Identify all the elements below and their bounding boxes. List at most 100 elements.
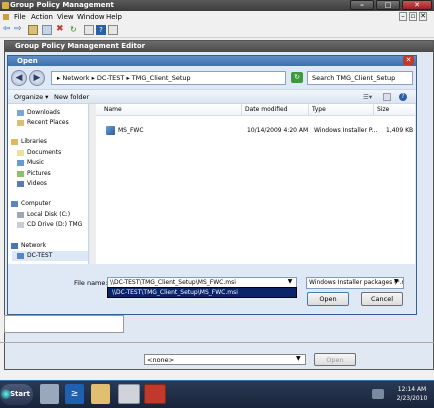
refresh-icon[interactable]: ↻ [70, 25, 80, 35]
file-list: Name Date modified Type Size MS_FWC 10/1… [96, 104, 415, 264]
autocomplete-suggestion[interactable]: \\DC-TEST\TMG_Client_Setup\MS_FWC.msi [107, 287, 297, 298]
menu-view[interactable]: View [57, 13, 74, 21]
file-date: 10/14/2009 4:20 AM [247, 127, 309, 134]
column-divider[interactable] [241, 104, 242, 116]
refresh-button[interactable]: ↻ [291, 72, 303, 83]
gpm-toolbar: ⇦ ⇨ ✖ ↻ ? [0, 23, 434, 38]
nav-network[interactable]: Network [11, 242, 46, 249]
chevron-down-icon[interactable]: ▼ [394, 278, 399, 285]
breadcrumb-network[interactable]: Network [62, 74, 89, 82]
menu-file[interactable]: File [14, 13, 26, 21]
breadcrumb[interactable]: ▸ Network ▸ DC-TEST ▸ TMG_Client_Setup [51, 71, 286, 85]
organize-button[interactable]: Organize ▾ [14, 93, 48, 101]
view-options-icon[interactable]: ☰▾ [363, 93, 372, 101]
file-type: Windows Installer P... [314, 127, 378, 134]
dialog-close-button[interactable]: ✕ [403, 56, 414, 65]
close-button[interactable]: ✕ [402, 0, 432, 10]
menu-minimize-icon[interactable]: – [399, 12, 407, 21]
editor-titlebar: Group Policy Management Editor [5, 41, 433, 52]
help-icon[interactable]: ? [96, 25, 106, 35]
clock-time: 12:14 AM [397, 386, 427, 393]
computer-icon [17, 252, 24, 259]
start-button[interactable]: Start [0, 384, 33, 405]
menu-window[interactable]: Window [77, 13, 105, 21]
chevron-down-icon[interactable]: ▼ [296, 355, 305, 364]
gpm-window: Group Policy Management – □ ✕ File Actio… [0, 0, 434, 380]
forward-icon[interactable]: ▶ [29, 70, 45, 86]
export-icon[interactable] [84, 25, 94, 35]
file-name: MS_FWC [118, 127, 144, 134]
properties-icon[interactable] [108, 25, 118, 35]
msi-file-icon [106, 126, 115, 135]
gpm-task-icon[interactable] [118, 384, 140, 404]
address-bar-row: ◀ ▶ ▸ Network ▸ DC-TEST ▸ TMG_Client_Set… [11, 69, 415, 87]
open-filter-button[interactable]: Open [314, 353, 356, 366]
dialog-titlebar: Open [8, 56, 416, 66]
gpm-title-text: Group Policy Management [10, 1, 114, 9]
server-manager-icon[interactable] [40, 384, 59, 404]
minimize-button[interactable]: – [350, 0, 374, 10]
explorer-folder-icon[interactable] [91, 384, 110, 404]
nav-recent-places[interactable]: Recent Places [17, 119, 69, 126]
forward-arrow-icon[interactable]: ⇨ [14, 25, 24, 35]
column-divider[interactable] [373, 104, 374, 116]
nav-pictures[interactable]: Pictures [17, 170, 51, 177]
clock[interactable]: 12:14 AM 2/23/2010 [392, 385, 432, 403]
column-type[interactable]: Type [312, 106, 326, 113]
downloads-icon [17, 109, 24, 116]
nav-music[interactable]: Music [17, 159, 44, 166]
gpm-menubar: File Action View Window Help – ▫ ✕ [0, 11, 434, 23]
hard-disk-icon [17, 211, 24, 218]
powershell-icon[interactable]: ≥ [65, 384, 84, 404]
gpm-app-icon [2, 2, 9, 9]
open-button[interactable]: Open [307, 292, 349, 306]
gpm-lower-panel [4, 315, 124, 333]
editor-title-text: Group Policy Management Editor [15, 42, 146, 50]
nav-cd-drive[interactable]: CD Drive (D:) TMG [17, 221, 82, 228]
menu-restore-icon[interactable]: ▫ [409, 12, 417, 21]
file-row[interactable]: MS_FWC 10/14/2009 4:20 AM Windows Instal… [96, 124, 415, 136]
gpm-titlebar: Group Policy Management – □ ✕ [0, 0, 434, 11]
cancel-button[interactable]: Cancel [361, 292, 403, 306]
back-icon[interactable]: ◀ [11, 70, 27, 86]
search-input[interactable]: Search TMG_Client_Setup [307, 71, 413, 85]
documents-icon [17, 149, 24, 156]
column-divider[interactable] [308, 104, 309, 116]
search-placeholder: Search TMG_Client_Setup [312, 74, 396, 82]
maximize-button[interactable]: □ [376, 0, 400, 10]
breadcrumb-dc-test[interactable]: DC-TEST [97, 74, 124, 82]
nav-videos[interactable]: Videos [17, 180, 47, 187]
menu-close-icon[interactable]: ✕ [419, 12, 427, 21]
toolbox-task-icon[interactable] [144, 384, 166, 404]
new-folder-button[interactable]: New folder [54, 93, 89, 101]
delete-icon[interactable]: ✖ [56, 25, 66, 35]
clock-date: 2/23/2010 [396, 395, 428, 402]
navigation-pane: Downloads Recent Places Libraries Docume… [8, 104, 89, 264]
libraries-icon [11, 138, 18, 145]
breadcrumb-tmg-client-setup[interactable]: TMG_Client_Setup [132, 74, 191, 82]
column-date-modified[interactable]: Date modified [245, 106, 288, 113]
column-name[interactable]: Name [104, 106, 122, 113]
nav-dc-test[interactable]: DC-TEST [12, 251, 88, 261]
preview-pane-icon[interactable] [383, 93, 391, 101]
file-type-select[interactable]: Windows Installer packages (*.r [306, 277, 404, 289]
column-size[interactable]: Size [377, 106, 389, 113]
nav-computer[interactable]: Computer [11, 200, 51, 207]
nav-downloads[interactable]: Downloads [17, 109, 60, 116]
show-tree-icon[interactable] [42, 25, 52, 35]
file-name-label: File name: [74, 279, 108, 287]
divider [0, 342, 434, 343]
pictures-icon [17, 170, 24, 177]
up-folder-icon[interactable] [28, 25, 38, 35]
chevron-down-icon[interactable]: ▼ [285, 278, 295, 287]
network-tray-icon[interactable] [372, 389, 384, 399]
wmi-filter-select[interactable]: <none> [144, 354, 306, 365]
nav-local-disk[interactable]: Local Disk (C:) [17, 211, 70, 218]
menu-action[interactable]: Action [31, 13, 53, 21]
menu-help[interactable]: Help [106, 13, 122, 21]
nav-libraries[interactable]: Libraries [11, 138, 47, 145]
nav-documents[interactable]: Documents [17, 149, 61, 156]
help-icon[interactable]: ? [399, 93, 407, 101]
back-arrow-icon[interactable]: ⇦ [3, 25, 13, 35]
computer-icon [11, 200, 18, 207]
